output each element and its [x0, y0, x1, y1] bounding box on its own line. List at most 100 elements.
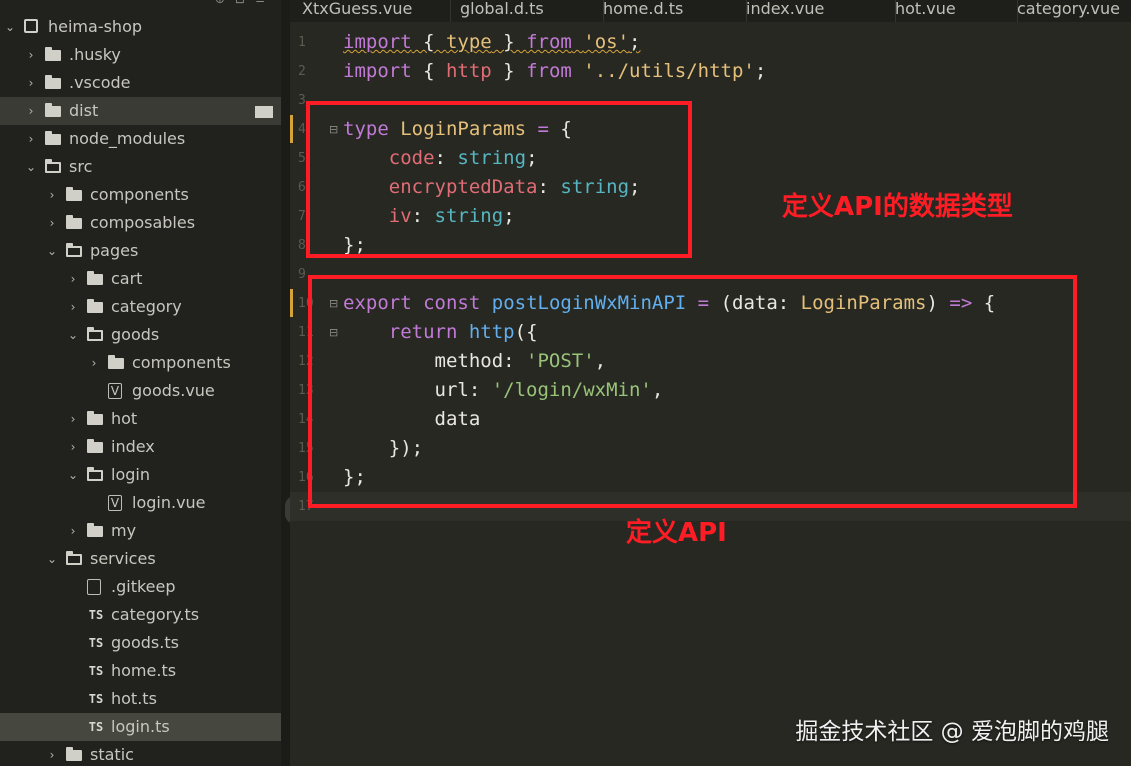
tree-item-services[interactable]: ⌄ services [0, 545, 281, 573]
chevron-down-icon[interactable]: ⌄ [46, 545, 58, 573]
chevron-right-icon[interactable]: › [67, 293, 79, 321]
folder-open-icon [87, 327, 103, 341]
line-number: 1 [298, 35, 306, 50]
code-line[interactable]: import { type } from 'os'; [343, 28, 641, 57]
tree-item-label: hot.ts [111, 689, 157, 708]
tree-item-heima-shop[interactable]: ⌄ heima-shop [0, 13, 281, 41]
folder-icon [45, 75, 61, 89]
tree-item-dist[interactable]: › dist [0, 97, 281, 125]
tree-item-label: .husky [69, 45, 121, 64]
tree-item-login-ts[interactable]: TS login.ts [0, 713, 281, 741]
tree-item-label: .gitkeep [111, 577, 176, 596]
vue-file-icon: V [108, 383, 122, 399]
tree-item-home-ts[interactable]: TS home.ts [0, 657, 281, 685]
tree-item-pages[interactable]: ⌄ pages [0, 237, 281, 265]
editor-tab[interactable]: hot.vue [895, 0, 1018, 22]
tree-item-label: cart [111, 269, 143, 288]
tree-item-components[interactable]: › components [0, 349, 281, 377]
api-highlight-box [308, 275, 1077, 508]
chevron-right-icon[interactable]: › [25, 41, 37, 69]
tree-item-label: node_modules [69, 129, 186, 148]
chevron-right-icon[interactable]: › [46, 209, 58, 237]
types-annotation: 定义API的数据类型 [782, 192, 1013, 222]
code-token: http [445, 60, 492, 82]
chevron-right-icon[interactable]: › [46, 741, 58, 766]
folder-open-icon [66, 243, 82, 257]
folder-icon [87, 523, 103, 537]
chevron-right-icon[interactable]: › [25, 97, 37, 125]
typescript-file-icon: TS [88, 664, 104, 678]
tree-item-composables[interactable]: › composables [0, 209, 281, 237]
folder-icon [108, 355, 124, 369]
tree-item-category-ts[interactable]: TS category.ts [0, 601, 281, 629]
chevron-down-icon[interactable]: ⌄ [67, 461, 79, 489]
tree-item-category[interactable]: › category [0, 293, 281, 321]
folder-icon [45, 103, 61, 117]
tree-item-login[interactable]: ⌄ login [0, 461, 281, 489]
folder-icon [87, 439, 103, 453]
editor-tab[interactable]: index.vue [746, 0, 896, 22]
chevron-down-icon[interactable]: ⌄ [46, 237, 58, 265]
editor-tab[interactable]: global.d.ts [460, 0, 604, 22]
tree-item-hot[interactable]: › hot [0, 405, 281, 433]
chevron-down-icon[interactable]: ⌄ [25, 153, 37, 181]
file-icon [87, 579, 101, 595]
tree-item-src[interactable]: ⌄ src [0, 153, 281, 181]
tree-item-label: hot [111, 409, 138, 428]
chevron-right-icon[interactable]: › [67, 517, 79, 545]
tree-item-label: my [111, 521, 137, 540]
tree-item-label: components [132, 353, 231, 372]
tree-item-components[interactable]: › components [0, 181, 281, 209]
folder-icon [87, 299, 103, 313]
editor-tab[interactable]: category.vue [1017, 0, 1131, 22]
tree-item-my[interactable]: › my [0, 517, 281, 545]
typescript-file-icon: TS [88, 692, 104, 706]
tree-item-hot-ts[interactable]: TS hot.ts [0, 685, 281, 713]
folder-icon [45, 131, 61, 145]
folder-open-icon [45, 159, 61, 173]
git-change-marker [290, 115, 293, 143]
sidebar-splitter[interactable] [281, 0, 290, 766]
editor-tab[interactable]: XtxGuess.vue [302, 0, 451, 22]
code-token: import [343, 31, 412, 53]
tree-item-label: index [111, 437, 155, 456]
sidebar-toolbar-icons[interactable]: ⊕⊟≡ [215, 0, 275, 6]
tree-item-label: heima-shop [48, 17, 143, 36]
tree-item-login-vue[interactable]: Vlogin.vue [0, 489, 281, 517]
chevron-right-icon[interactable]: › [46, 181, 58, 209]
tree-item--gitkeep[interactable]: .gitkeep [0, 573, 281, 601]
tree-item-label: src [69, 157, 93, 176]
api-annotation: 定义API [626, 518, 727, 548]
tree-item-goods-vue[interactable]: Vgoods.vue [0, 377, 281, 405]
chevron-down-icon[interactable]: ⌄ [4, 13, 16, 41]
chevron-right-icon[interactable]: › [88, 349, 100, 377]
open-folder-icon[interactable] [255, 106, 273, 118]
chevron-right-icon[interactable]: › [67, 265, 79, 293]
tree-item-label: composables [90, 213, 196, 232]
chevron-down-icon[interactable]: ⌄ [67, 321, 79, 349]
tree-item-node-modules[interactable]: › node_modules [0, 125, 281, 153]
tree-item-label: components [90, 185, 189, 204]
folder-icon [45, 47, 61, 61]
editor-tab[interactable]: home.d.ts [603, 0, 747, 22]
chevron-right-icon[interactable]: › [25, 69, 37, 97]
code-line[interactable]: import { http } from '../utils/http'; [343, 57, 766, 86]
tree-item-cart[interactable]: › cart [0, 265, 281, 293]
tree-item--husky[interactable]: › .husky [0, 41, 281, 69]
chevron-right-icon[interactable]: › [67, 433, 79, 461]
tree-item-label: static [90, 745, 134, 764]
code-token: } [491, 60, 527, 82]
tree-item-goods-ts[interactable]: TS goods.ts [0, 629, 281, 657]
tree-item-index[interactable]: › index [0, 433, 281, 461]
tree-item--vscode[interactable]: › .vscode [0, 69, 281, 97]
chevron-right-icon[interactable]: › [67, 405, 79, 433]
tree-item-label: .vscode [69, 73, 131, 92]
tree-item-label: pages [90, 241, 139, 260]
vue-file-icon: V [108, 495, 122, 511]
tree-item-label: dist [69, 101, 99, 120]
folder-open-icon [87, 467, 103, 481]
chevron-right-icon[interactable]: › [25, 125, 37, 153]
tree-item-goods[interactable]: ⌄ goods [0, 321, 281, 349]
tree-item-static[interactable]: › static [0, 741, 281, 766]
